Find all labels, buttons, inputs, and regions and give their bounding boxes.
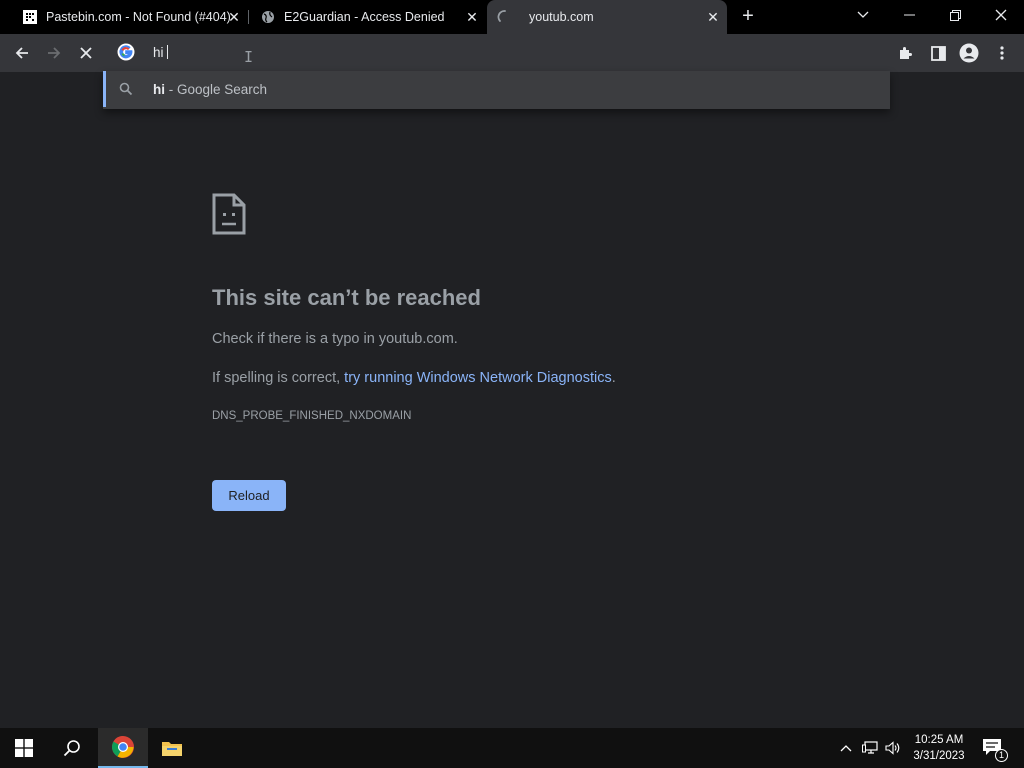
taskbar-search-button[interactable]: [48, 728, 96, 768]
arrow-left-icon: [15, 47, 28, 59]
taskbar-file-explorer[interactable]: [148, 728, 196, 768]
volume-button[interactable]: [885, 740, 901, 756]
chevron-down-icon: [857, 11, 869, 18]
pastebin-icon: [22, 9, 38, 25]
notification-count-badge: 1: [995, 749, 1008, 762]
folder-icon: [162, 742, 182, 756]
address-bar[interactable]: hi: [103, 35, 890, 71]
error-suggestion-diagnostics: If spelling is correct, try running Wind…: [212, 370, 616, 386]
error-suggestion-typo: Check if there is a typo in youtub.com.: [212, 331, 458, 347]
tab-search-button[interactable]: [840, 0, 886, 30]
system-clock[interactable]: 10:25 AM 3/31/2023: [905, 732, 973, 764]
address-input-value: hi: [153, 45, 164, 60]
taskbar: 10:25 AM 3/31/2023 1: [0, 728, 1024, 768]
tab-pastebin[interactable]: Pastebin.com - Not Found (#404) ✕: [12, 0, 248, 34]
network-icon: [862, 741, 878, 754]
network-button[interactable]: [862, 740, 878, 756]
minimize-button[interactable]: [886, 0, 932, 30]
tab-separator: [248, 10, 249, 24]
menu-button[interactable]: [989, 40, 1015, 66]
reload-button[interactable]: Reload: [212, 480, 286, 511]
restore-icon: [949, 9, 961, 21]
close-tab-icon[interactable]: ✕: [705, 9, 721, 25]
side-panel-icon: [930, 45, 946, 61]
diagnostics-suffix: .: [611, 370, 616, 386]
close-icon: [80, 47, 92, 59]
close-tab-icon[interactable]: ✕: [464, 9, 480, 25]
tab-e2guardian[interactable]: E2Guardian - Access Denied ✕: [250, 0, 486, 34]
tab-title: Pastebin.com - Not Found (#404): [46, 10, 231, 24]
arrow-right-icon: [48, 47, 61, 59]
omnibox-suggestions: hi - Google Search: [103, 71, 890, 109]
tab-title: E2Guardian - Access Denied: [284, 10, 445, 24]
speaker-icon: [885, 741, 900, 755]
text-caret: [166, 45, 168, 59]
search-icon: [63, 740, 80, 757]
stop-loading-button[interactable]: [73, 40, 99, 66]
windows-logo-icon: [15, 739, 33, 757]
globe-icon: [260, 9, 276, 25]
close-window-button[interactable]: [978, 0, 1024, 30]
loading-spinner-icon: [497, 9, 513, 25]
search-icon: [119, 82, 133, 96]
extensions-button[interactable]: [893, 40, 919, 66]
network-diagnostics-link[interactable]: try running Windows Network Diagnostics: [344, 370, 612, 386]
suggestion-query: hi: [153, 82, 165, 97]
forward-button[interactable]: [41, 40, 67, 66]
tab-title: youtub.com: [529, 10, 594, 24]
clock-date: 3/31/2023: [913, 750, 965, 762]
back-button[interactable]: [9, 40, 35, 66]
profile-button[interactable]: [956, 40, 982, 66]
clock-time: 10:25 AM: [914, 734, 964, 746]
suggestion-suffix: - Google Search: [165, 82, 268, 97]
action-center-button[interactable]: 1: [982, 738, 1008, 762]
close-tab-icon[interactable]: ✕: [226, 9, 242, 25]
diagnostics-prefix: If spelling is correct,: [212, 370, 345, 386]
chevron-up-icon: [840, 745, 852, 752]
ibeam-cursor-icon: I: [244, 48, 254, 66]
error-title: This site can’t be reached: [212, 285, 481, 310]
side-panel-button[interactable]: [925, 40, 951, 66]
suggestion-item[interactable]: hi - Google Search: [103, 71, 890, 107]
profile-avatar-icon: [959, 43, 979, 63]
suggestion-text: hi - Google Search: [153, 82, 267, 97]
google-logo-icon: [117, 43, 135, 61]
show-hidden-icons-button[interactable]: [838, 740, 854, 756]
error-code: DNS_PROBE_FINISHED_NXDOMAIN: [212, 410, 412, 422]
tab-youtub[interactable]: youtub.com ✕: [487, 0, 727, 34]
puzzle-icon: [900, 47, 912, 59]
tab-strip: Pastebin.com - Not Found (#404) ✕ E2Guar…: [0, 0, 1024, 34]
chrome-icon: [112, 736, 134, 758]
minimize-icon: [903, 14, 915, 16]
sad-page-icon: [212, 193, 246, 235]
start-button[interactable]: [0, 728, 48, 768]
restore-button[interactable]: [932, 0, 978, 30]
new-tab-button[interactable]: +: [738, 6, 758, 27]
taskbar-chrome[interactable]: [98, 728, 148, 768]
address-input[interactable]: hi: [153, 45, 168, 60]
kebab-menu-icon: [1000, 46, 1004, 60]
close-icon: [995, 9, 1007, 21]
